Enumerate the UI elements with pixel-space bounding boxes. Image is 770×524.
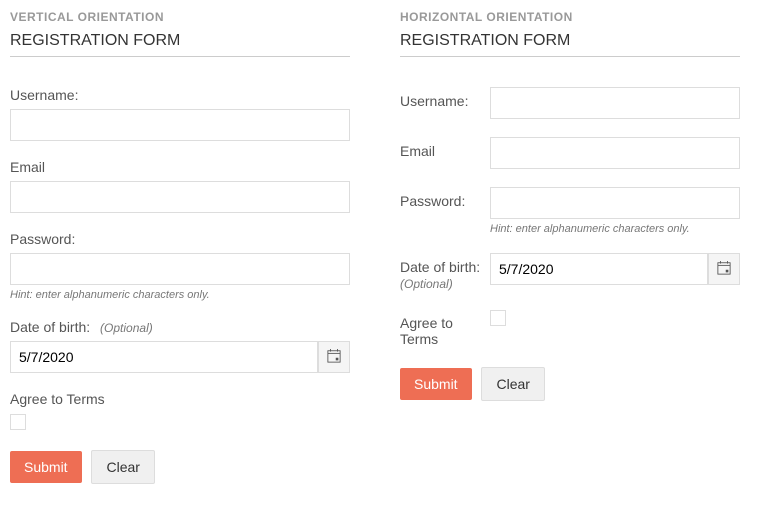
password-input[interactable] [10, 253, 350, 285]
dob-label: Date of birth: [400, 259, 480, 275]
button-row: Submit Clear [10, 450, 350, 484]
calendar-button[interactable] [318, 341, 350, 373]
agree-label: Agree to Terms [400, 309, 490, 347]
password-hint: Hint: enter alphanumeric characters only… [490, 223, 740, 235]
username-input[interactable] [10, 109, 350, 141]
calendar-button[interactable] [708, 253, 740, 285]
agree-checkbox[interactable] [490, 310, 506, 326]
username-label: Username: [10, 87, 350, 103]
username-field: Username: [400, 87, 740, 119]
password-input[interactable] [490, 187, 740, 219]
agree-field: Agree to Terms [400, 309, 740, 347]
username-field: Username: [10, 87, 350, 141]
horizontal-section-title: HORIZONTAL ORIENTATION [400, 10, 740, 24]
horizontal-form-section: HORIZONTAL ORIENTATION REGISTRATION FORM… [400, 10, 740, 484]
button-row: Submit Clear [400, 367, 740, 401]
password-label: Password: [10, 231, 350, 247]
dob-optional: (Optional) [100, 321, 153, 335]
email-label: Email [10, 159, 350, 175]
clear-button[interactable]: Clear [91, 450, 154, 484]
username-label: Username: [400, 87, 490, 109]
dob-input[interactable] [490, 253, 708, 285]
email-label: Email [400, 137, 490, 159]
dob-label: Date of birth: [10, 319, 90, 335]
username-input[interactable] [490, 87, 740, 119]
dob-field: Date of birth: (Optional) [10, 319, 350, 373]
calendar-icon [327, 349, 341, 366]
agree-label: Agree to Terms [10, 391, 350, 407]
submit-button[interactable]: Submit [10, 451, 82, 483]
email-input[interactable] [10, 181, 350, 213]
password-field: Password: Hint: enter alphanumeric chara… [400, 187, 740, 235]
dob-optional: (Optional) [400, 277, 453, 291]
dob-field: Date of birth: (Optional) [400, 253, 740, 291]
clear-button[interactable]: Clear [481, 367, 544, 401]
email-field: Email [10, 159, 350, 213]
form-title: REGISTRATION FORM [10, 32, 350, 57]
vertical-section-title: VERTICAL ORIENTATION [10, 10, 350, 24]
password-label: Password: [400, 187, 490, 209]
dob-input[interactable] [10, 341, 318, 373]
vertical-form-section: VERTICAL ORIENTATION REGISTRATION FORM U… [10, 10, 350, 484]
password-hint: Hint: enter alphanumeric characters only… [10, 289, 350, 301]
calendar-icon [717, 261, 731, 278]
email-field: Email [400, 137, 740, 169]
agree-field: Agree to Terms [10, 391, 350, 430]
submit-button[interactable]: Submit [400, 368, 472, 400]
email-input[interactable] [490, 137, 740, 169]
form-title: REGISTRATION FORM [400, 32, 740, 57]
agree-checkbox[interactable] [10, 414, 26, 430]
password-field: Password: Hint: enter alphanumeric chara… [10, 231, 350, 301]
